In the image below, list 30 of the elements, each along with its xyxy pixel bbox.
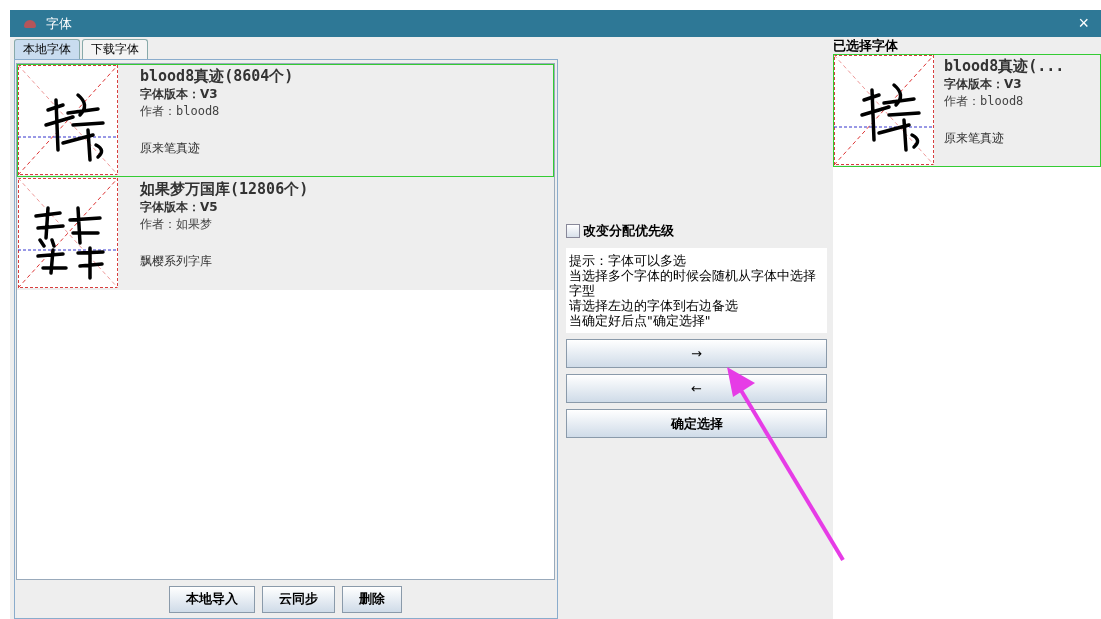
move-button[interactable]: → xyxy=(566,339,827,368)
font-name: blood8真迹(... xyxy=(944,57,1065,76)
window-title: 字体 xyxy=(46,14,73,33)
font-name: 如果梦万国库(12806个) xyxy=(140,180,309,199)
section-label: 已选择字体 xyxy=(833,37,899,54)
action-button[interactable]: 删除 xyxy=(342,585,402,613)
tab[interactable]: 本地字体 xyxy=(14,39,80,59)
font-item[interactable]: blood8真迹(... 字体版本：V3 作者：blood8 原来笔真迹 xyxy=(833,54,1101,167)
font-version: 字体版本：V5 xyxy=(140,199,219,216)
font-description: 飘樱系列字库 xyxy=(140,253,213,270)
close-button[interactable]: × xyxy=(1074,13,1093,34)
action-button[interactable]: 本地导入 xyxy=(169,585,255,613)
checkbox[interactable] xyxy=(566,224,580,238)
font-description: 原来笔真迹 xyxy=(140,140,201,157)
move-button[interactable]: 确定选择 xyxy=(566,409,827,438)
font-description: 原来笔真迹 xyxy=(944,130,1005,147)
tab[interactable]: 下载字体 xyxy=(82,39,148,59)
font-author: 作者：如果梦 xyxy=(140,216,213,233)
hint-text: 提示：字体可以多选 当选择多个字体的时候会随机从字体中选择字型 请选择左边的字体到右边备选 当确定好后点"确定选择" xyxy=(566,248,827,333)
font-version: 字体版本：V3 xyxy=(944,76,1023,93)
font-version: 字体版本：V3 xyxy=(140,86,219,103)
action-button[interactable]: 云同步 xyxy=(262,585,335,613)
app-icon xyxy=(24,19,36,28)
font-author: 作者：blood8 xyxy=(944,93,1025,110)
font-item[interactable]: blood8真迹(8604个) 字体版本：V3 作者：blood8 原来笔真迹 xyxy=(17,64,554,177)
priority-checkbox[interactable]: 改变分配优先级 xyxy=(566,220,827,242)
font-author: 作者：blood8 xyxy=(140,103,221,120)
font-name: blood8真迹(8604个) xyxy=(140,67,294,86)
font-item[interactable]: 如果梦万国库(12806个) 字体版本：V5 作者：如果梦 飘樱系列字库 xyxy=(17,177,554,290)
move-button[interactable]: ← xyxy=(566,374,827,403)
